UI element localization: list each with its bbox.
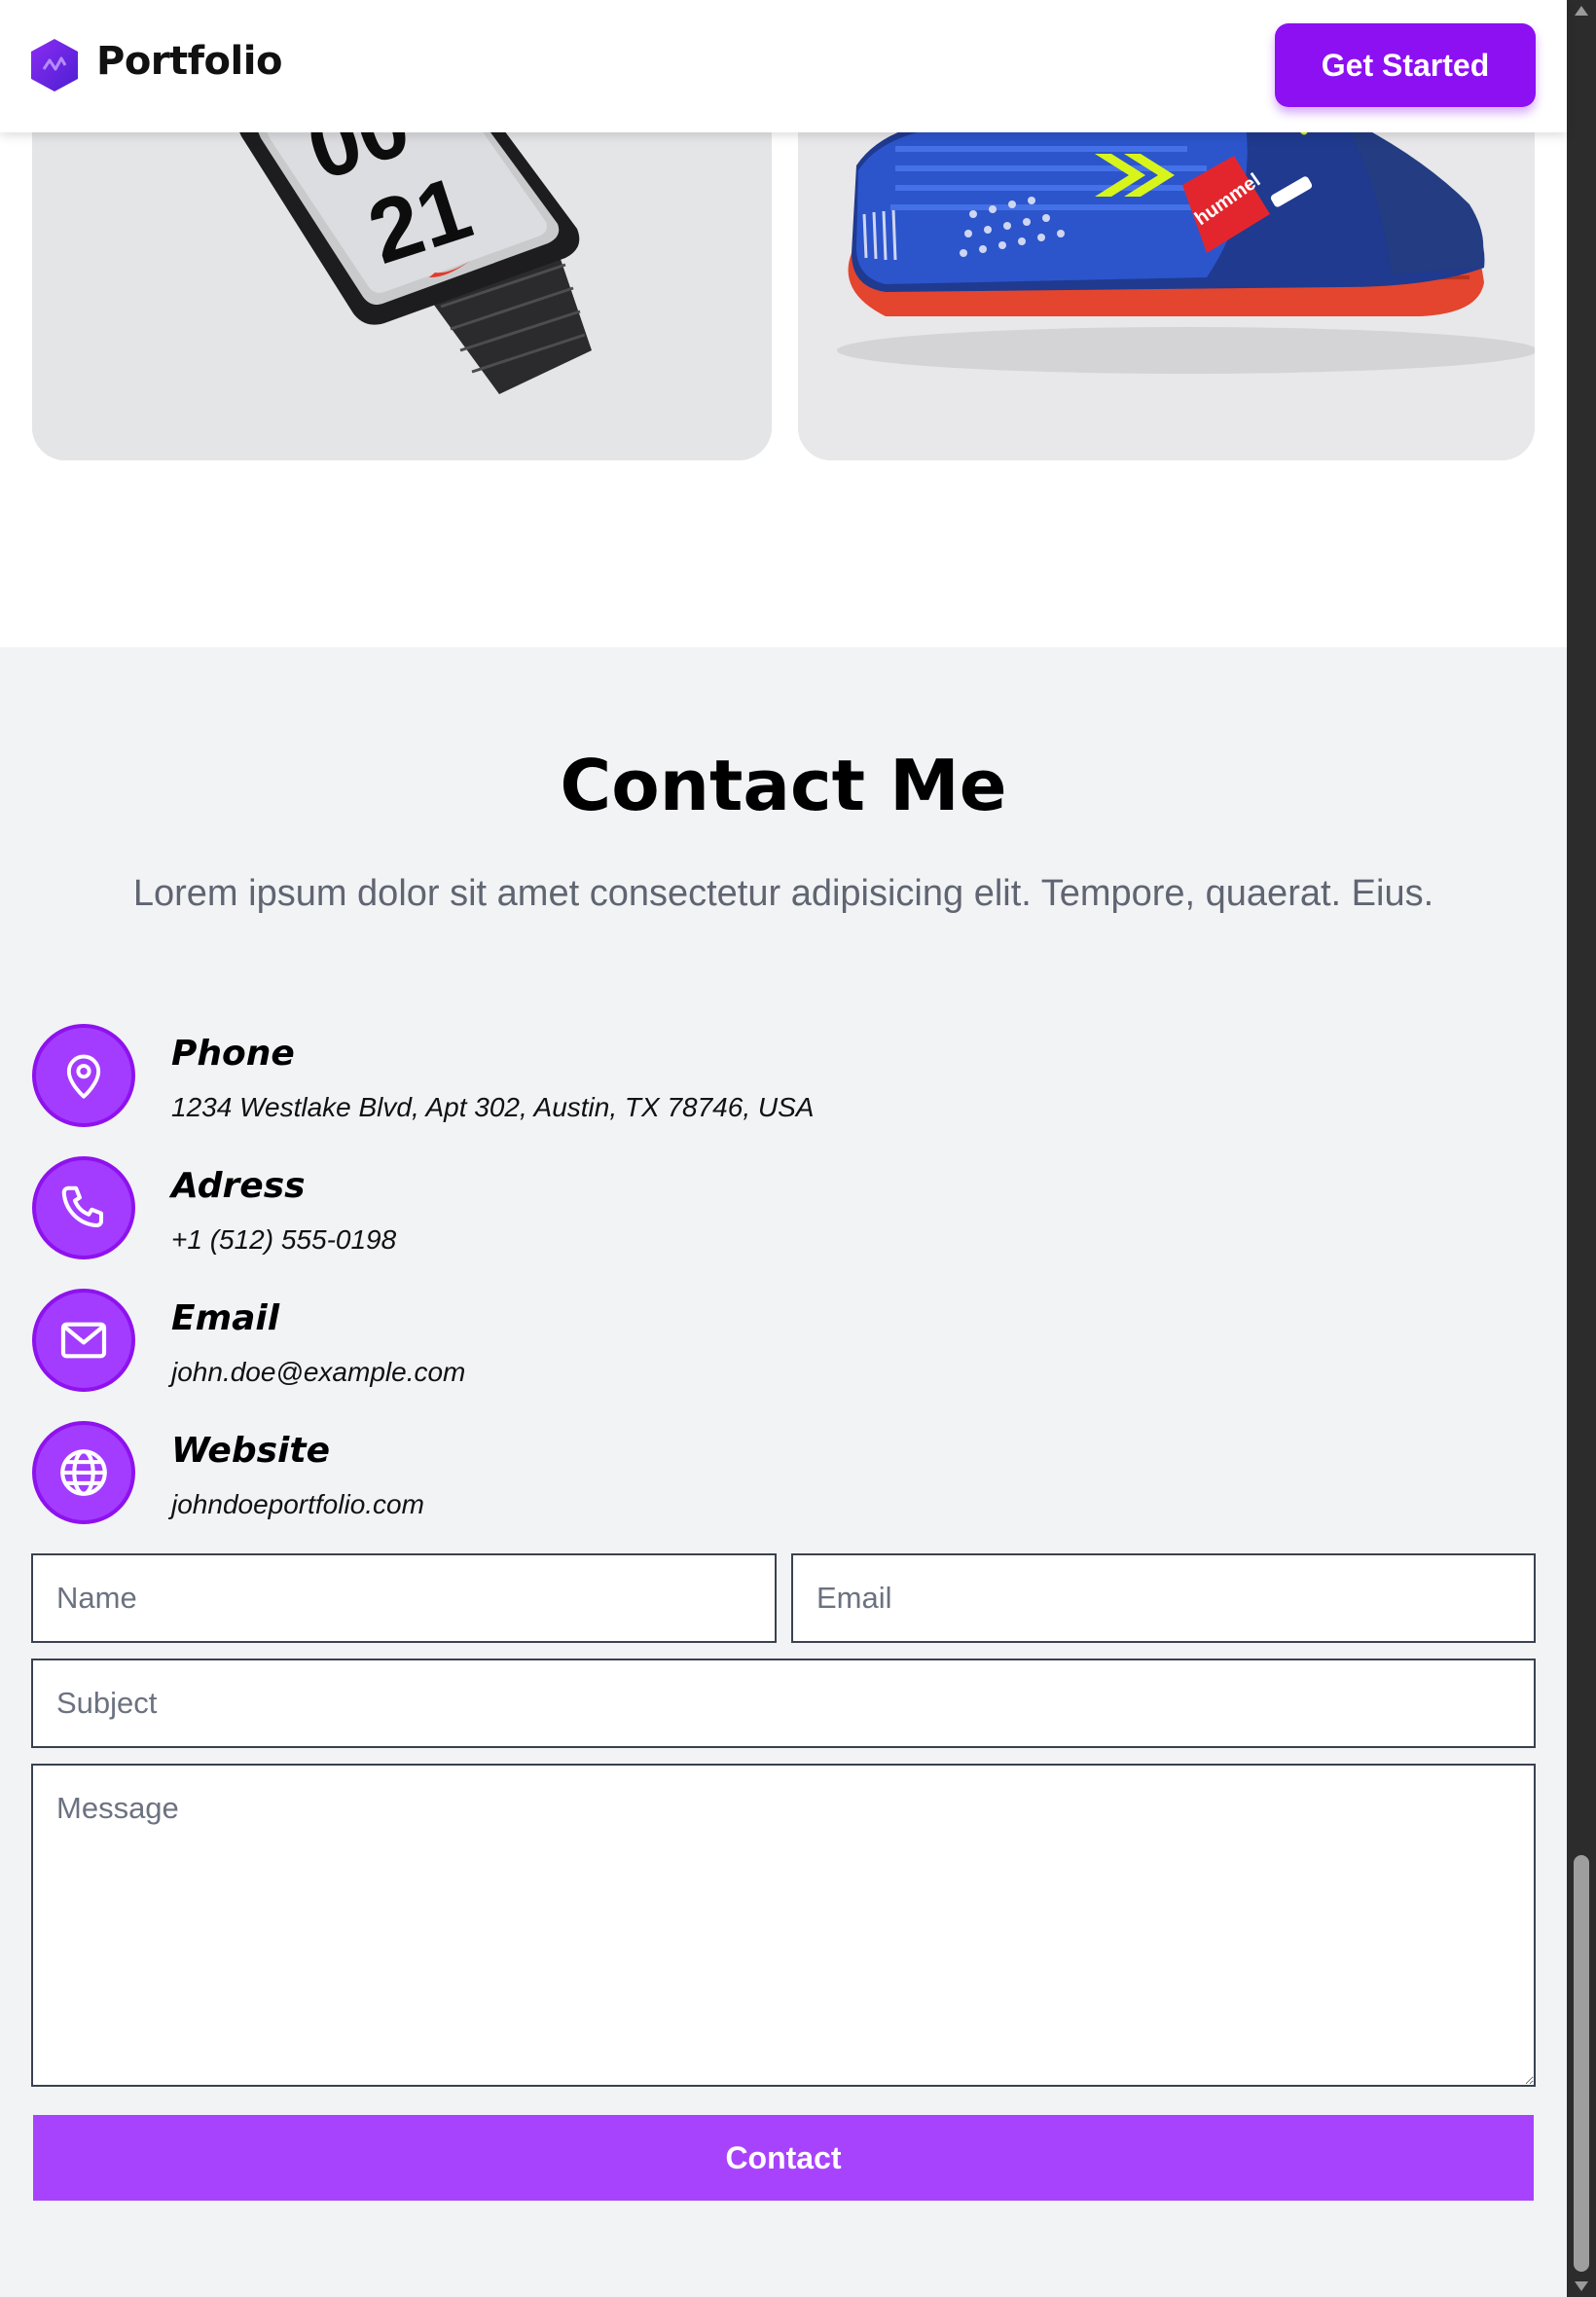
info-label: Phone	[171, 1034, 295, 1074]
phone-icon	[32, 1156, 135, 1259]
site-header: Portfolio Get Started	[0, 0, 1567, 132]
info-label: Adress	[171, 1166, 306, 1206]
message-textarea[interactable]	[31, 1764, 1536, 2087]
info-label: Email	[171, 1298, 280, 1338]
subject-input[interactable]	[31, 1659, 1536, 1748]
contact-title: Contact Me	[560, 745, 1007, 826]
info-value: john.doe@example.com	[171, 1357, 466, 1387]
page-scrollbar[interactable]	[1567, 0, 1596, 2297]
globe-icon	[32, 1421, 135, 1524]
scroll-down-arrow-icon[interactable]	[1575, 2281, 1588, 2291]
brand-name[interactable]: Portfolio	[96, 39, 282, 84]
contact-section: Contact Me Lorem ipsum dolor sit amet co…	[0, 647, 1567, 2297]
contact-info-phone: Phone 1234 Westlake Blvd, Apt 302, Austi…	[32, 1024, 1103, 1135]
hexagon-logo-icon[interactable]	[29, 37, 80, 93]
contact-submit-button[interactable]: Contact	[33, 2115, 1534, 2201]
email-input[interactable]	[791, 1553, 1536, 1643]
contact-info-email: Email john.doe@example.com	[32, 1289, 1103, 1400]
location-pin-icon	[32, 1024, 135, 1127]
get-started-button[interactable]: Get Started	[1275, 23, 1536, 107]
contact-info-website: Website johndoeportfolio.com	[32, 1421, 1103, 1532]
name-input[interactable]	[31, 1553, 777, 1643]
info-label: Website	[171, 1431, 330, 1471]
contact-info-address: Adress +1 (512) 555-0198	[32, 1156, 1103, 1267]
info-value: 1234 Westlake Blvd, Apt 302, Austin, TX …	[171, 1092, 815, 1122]
info-value: johndoeportfolio.com	[171, 1489, 424, 1519]
contact-subtitle: Lorem ipsum dolor sit amet consectetur a…	[132, 873, 1434, 914]
info-value: +1 (512) 555-0198	[171, 1224, 397, 1255]
scroll-up-arrow-icon[interactable]	[1575, 6, 1588, 16]
mail-icon	[32, 1289, 135, 1392]
scrollbar-thumb[interactable]	[1574, 1855, 1589, 2272]
